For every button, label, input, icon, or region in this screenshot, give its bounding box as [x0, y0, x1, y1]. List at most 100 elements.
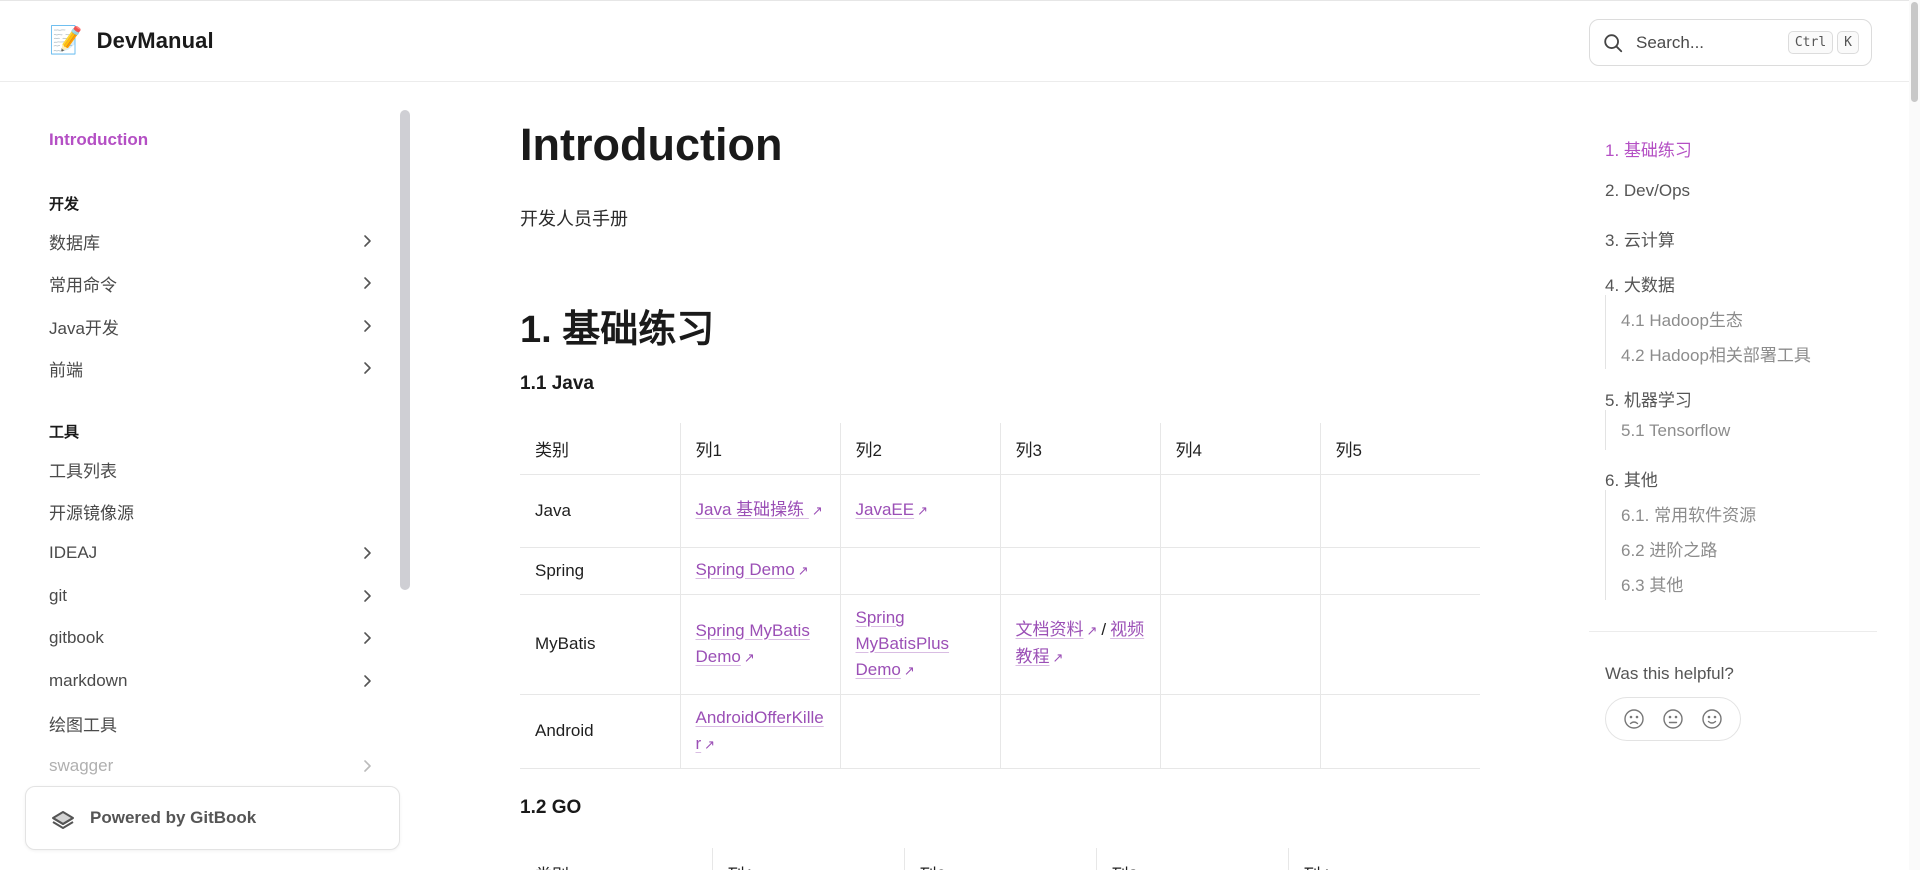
table-cell: [840, 547, 1001, 595]
external-link-icon: ↗: [797, 563, 809, 578]
chevron-right-icon[interactable]: [359, 758, 375, 774]
java-table: 类别 列1 列2 列3 列4 列5 Java Java 基础操练 ↗ JavaE…: [520, 423, 1480, 769]
link-docs[interactable]: 文档资料 ↗: [1016, 620, 1098, 639]
chevron-right-icon[interactable]: [359, 630, 375, 646]
link-javaee[interactable]: JavaEE ↗: [856, 500, 929, 519]
page-scrollbar-thumb[interactable]: [1911, 2, 1918, 102]
sidebar-item-tool-list[interactable]: 工具列表: [49, 452, 379, 486]
table-cell: [1160, 474, 1321, 548]
table-cell: [1160, 547, 1321, 595]
table-header-cell: 列3: [1000, 423, 1161, 475]
shortcut-key-k: K: [1837, 31, 1859, 54]
table-cell: Spring MyBatis Demo ↗: [680, 594, 841, 695]
sad-face-icon[interactable]: [1623, 708, 1645, 730]
sidebar-item-label: swagger: [49, 756, 114, 775]
link-android-offer-killer[interactable]: AndroidOfferKiller ↗: [696, 708, 824, 753]
sidebar-scrollbar[interactable]: [400, 110, 410, 590]
toc-item-software[interactable]: 6.1. 常用软件资源: [1621, 501, 1756, 526]
page-description: 开发人员手册: [520, 209, 628, 229]
top-header: 📝 DevManual Search... Ctrl K: [0, 0, 1920, 82]
link-label: Spring Demo: [695, 560, 795, 579]
toc-item-cloud[interactable]: 3. 云计算: [1605, 226, 1675, 251]
toc-item-advanced[interactable]: 6.2 进阶之路: [1621, 536, 1717, 561]
table-cell: [1160, 594, 1321, 695]
sidebar-item-swagger[interactable]: swagger: [49, 749, 379, 783]
table-cell-category: Java: [520, 474, 681, 548]
external-link-icon: ↗: [704, 736, 716, 752]
table-cell: [1320, 694, 1480, 769]
toc-item-bigdata[interactable]: 4. 大数据: [1605, 271, 1675, 296]
toc-item-basics[interactable]: 1. 基础练习: [1605, 136, 1692, 161]
toc-item-other[interactable]: 6. 其他: [1605, 466, 1658, 491]
go-table: 类别 列1 列2 列3 列4: [520, 848, 1480, 870]
table-cell: [1320, 594, 1480, 695]
table-cell: [1320, 474, 1480, 548]
sidebar-item-label: Java开发: [49, 318, 119, 338]
toc-item-other-misc[interactable]: 6.3 其他: [1621, 571, 1683, 596]
external-link-icon: ↗: [917, 503, 928, 518]
table-cell-category: Spring: [520, 547, 681, 595]
sidebar-item-java-dev[interactable]: Java开发: [49, 309, 379, 343]
toc-item-hadoop-ecosystem[interactable]: 4.1 Hadoop生态: [1621, 306, 1743, 331]
feedback-buttons: [1605, 697, 1741, 741]
sidebar-item-label: gitbook: [49, 628, 104, 647]
sidebar-item-label: 绘图工具: [49, 715, 117, 735]
gitbook-label: Powered by GitBook: [90, 808, 257, 827]
sidebar-item-markdown[interactable]: markdown: [49, 664, 379, 698]
chevron-right-icon[interactable]: [359, 360, 375, 376]
link-spring-mybatis-demo[interactable]: Spring MyBatis Demo ↗: [696, 621, 810, 666]
link-spring-mybatisplus-demo[interactable]: Spring MyBatisPlus Demo ↗: [856, 608, 950, 679]
link-label: Spring MyBatisPlus Demo: [855, 607, 950, 679]
happy-face-icon[interactable]: [1701, 708, 1723, 730]
subsection-heading-java: 1.1 Java: [520, 373, 594, 394]
toc-item-ml[interactable]: 5. 机器学习: [1605, 386, 1692, 411]
site-logo[interactable]: 📝 DevManual: [49, 26, 214, 56]
sidebar-item-frontend[interactable]: 前端: [49, 351, 379, 385]
toc-item-tensorflow[interactable]: 5.1 Tensorflow: [1621, 421, 1730, 441]
search-placeholder[interactable]: Search...: [1636, 33, 1784, 53]
shortcut-key-ctrl: Ctrl: [1787, 31, 1834, 54]
sidebar-item-label: git: [49, 586, 67, 605]
sidebar-item-ideaj[interactable]: IDEAJ: [49, 536, 379, 570]
neutral-face-icon[interactable]: [1662, 708, 1684, 730]
powered-by-gitbook[interactable]: Powered by GitBook: [25, 786, 400, 850]
sidebar-item-label: 工具列表: [49, 461, 117, 481]
table-header-cell: 类别: [520, 423, 681, 475]
subsection-heading-go: 1.2 GO: [520, 797, 582, 818]
sidebar-item-gitbook[interactable]: gitbook: [49, 621, 379, 655]
page-scrollbar[interactable]: [1909, 0, 1920, 870]
toc-sub-divider: [1605, 295, 1606, 369]
link-java-basics[interactable]: Java 基础操练 ↗: [696, 500, 823, 519]
table-cell: [1000, 474, 1161, 548]
chevron-right-icon[interactable]: [359, 588, 375, 604]
link-spring-demo[interactable]: Spring Demo ↗: [696, 560, 809, 579]
sidebar-item-git[interactable]: git: [49, 579, 379, 613]
table-header-cell: 列2: [840, 423, 1001, 475]
chevron-right-icon[interactable]: [359, 545, 375, 561]
table-cell: [1160, 694, 1321, 769]
sidebar-item-introduction[interactable]: Introduction: [49, 130, 148, 150]
sidebar-item-database[interactable]: 数据库: [49, 224, 379, 258]
sidebar-item-commands[interactable]: 常用命令: [49, 266, 379, 300]
sidebar-item-mirrors[interactable]: 开源镜像源: [49, 494, 379, 528]
sidebar-heading-dev: 开发: [49, 196, 80, 213]
table-cell: Java 基础操练 ↗: [680, 474, 841, 548]
sidebar-item-drawing-tools[interactable]: 绘图工具: [49, 706, 379, 740]
search-box[interactable]: Search... Ctrl K: [1589, 19, 1872, 66]
chevron-right-icon[interactable]: [359, 673, 375, 689]
table-cell: [840, 694, 1001, 769]
table-header-cell: 列1: [712, 848, 905, 870]
external-link-icon: ↗: [1086, 623, 1098, 638]
toc-item-devops[interactable]: 2. Dev/Ops: [1605, 181, 1690, 201]
search-icon: [1604, 33, 1623, 52]
toc-item-hadoop-deploy[interactable]: 4.2 Hadoop相关部署工具: [1621, 341, 1811, 366]
chevron-right-icon[interactable]: [359, 318, 375, 334]
chevron-right-icon[interactable]: [359, 233, 375, 249]
chevron-right-icon[interactable]: [359, 275, 375, 291]
link-separator: /: [1101, 620, 1107, 639]
table-cell: [1320, 547, 1480, 595]
sidebar-item-label: 数据库: [49, 233, 100, 253]
table-cell: Spring MyBatisPlus Demo ↗: [840, 594, 1001, 695]
site-title[interactable]: DevManual: [97, 28, 214, 54]
gitbook-logo-icon: [52, 811, 74, 829]
